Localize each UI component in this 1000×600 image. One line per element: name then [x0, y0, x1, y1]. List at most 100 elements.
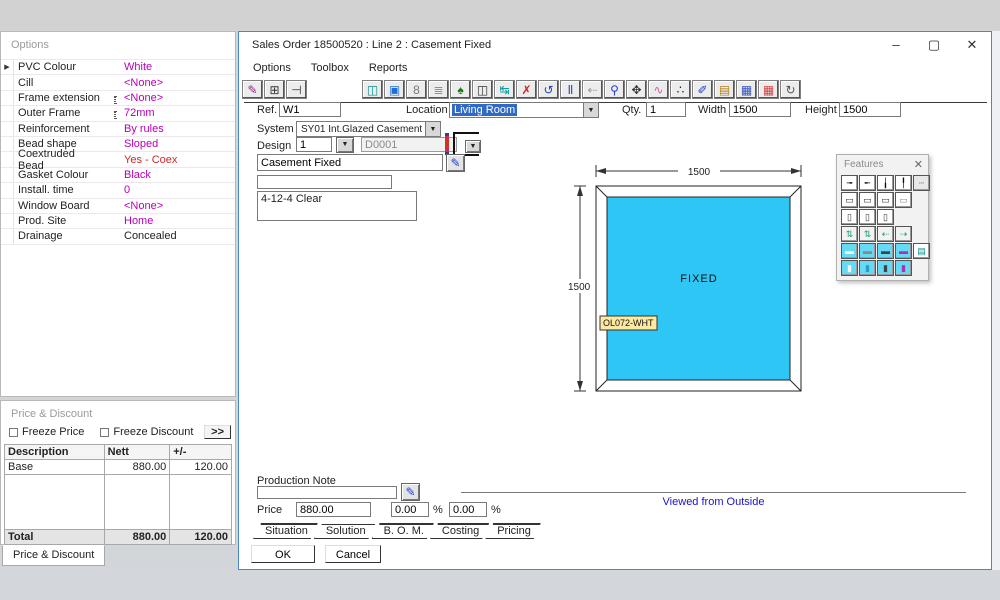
- price-row[interactable]: Base 880.00 120.00: [5, 460, 232, 475]
- tab[interactable]: Situation: [253, 523, 320, 539]
- toolbar-button[interactable]: ↺: [538, 80, 559, 99]
- feature-button[interactable]: ╿: [895, 175, 912, 191]
- feature-button[interactable]: ▮: [895, 260, 912, 276]
- toolbar-button[interactable]: ▣: [384, 80, 405, 99]
- feature-button[interactable]: ▭: [895, 192, 912, 208]
- glass-pane[interactable]: [607, 197, 790, 380]
- feature-button[interactable]: ⇅: [841, 226, 858, 242]
- ok-button[interactable]: OK: [251, 545, 315, 563]
- toolbar-button[interactable]: Ⅱ: [560, 80, 581, 99]
- title-bar[interactable]: Sales Order 18500520 : Line 2 : Casement…: [239, 32, 991, 58]
- toolbar-button[interactable]: ∿: [648, 80, 669, 99]
- feature-button[interactable]: ⇠: [877, 226, 894, 242]
- toolbar-button[interactable]: 8: [406, 80, 427, 99]
- feature-button[interactable]: ▭: [841, 192, 858, 208]
- tab[interactable]: Solution: [314, 523, 378, 539]
- maximize-button[interactable]: ▢: [915, 33, 953, 57]
- toolbar-button[interactable]: ⇠: [582, 80, 603, 99]
- feature-button[interactable]: ▭: [877, 192, 894, 208]
- checkbox-icon[interactable]: [100, 428, 109, 437]
- feature-button[interactable]: ▮: [877, 260, 894, 276]
- toolbar-button[interactable]: ⊞: [264, 80, 285, 99]
- tab[interactable]: B. O. M.: [372, 523, 436, 539]
- toolbar-button[interactable]: ⚲: [604, 80, 625, 99]
- option-row[interactable]: Reinforcement By rules: [1, 122, 235, 137]
- feature-button[interactable]: ▯: [877, 209, 894, 225]
- toolbar-button[interactable]: ✗: [516, 80, 537, 99]
- menu-item[interactable]: Options: [245, 60, 299, 76]
- price-input[interactable]: [296, 502, 371, 517]
- width-input[interactable]: [729, 102, 791, 117]
- feature-button[interactable]: ▯: [841, 209, 858, 225]
- option-picker-button[interactable]: [114, 96, 116, 104]
- feature-button[interactable]: ⇢: [895, 226, 912, 242]
- location-combobox[interactable]: Living Room ▼: [449, 102, 599, 118]
- chevron-down-icon[interactable]: ▼: [583, 103, 598, 117]
- feature-button[interactable]: ⇅: [859, 226, 876, 242]
- menu-item[interactable]: Reports: [361, 60, 416, 76]
- feature-button[interactable]: ▤: [913, 243, 930, 259]
- price-discount-tab[interactable]: Price & Discount: [2, 545, 105, 566]
- cancel-button[interactable]: Cancel: [325, 545, 381, 563]
- toolbar-button[interactable]: ✎: [242, 80, 263, 99]
- design-input[interactable]: [296, 137, 332, 152]
- feature-button[interactable]: ╼: [841, 175, 858, 191]
- toolbar-button[interactable]: ↹: [494, 80, 515, 99]
- option-row[interactable]: Window Board <None>: [1, 199, 235, 214]
- system-combobox[interactable]: SY01 Int.Glazed Casement ▼: [296, 121, 441, 137]
- toolbar-button[interactable]: ▦: [758, 80, 779, 99]
- option-row[interactable]: Gasket Colour Black: [1, 168, 235, 183]
- feature-button[interactable]: ╾: [859, 175, 876, 191]
- production-note-input[interactable]: [257, 486, 397, 499]
- toolbar-button[interactable]: ◫: [472, 80, 493, 99]
- freeze-discount-checkbox[interactable]: Freeze Discount: [100, 426, 193, 438]
- option-row[interactable]: Outer Frame 72mm: [1, 106, 235, 121]
- feature-button[interactable]: ▬: [877, 243, 894, 259]
- feature-button[interactable]: ▬: [841, 243, 858, 259]
- feature-button[interactable]: ▬: [859, 243, 876, 259]
- note-input[interactable]: [257, 175, 392, 189]
- toolbar-button[interactable]: ≣: [428, 80, 449, 99]
- toolbar-button[interactable]: ◫: [362, 80, 383, 99]
- freeze-price-checkbox[interactable]: Freeze Price: [9, 426, 84, 438]
- toolbar-button[interactable]: ↻: [780, 80, 801, 99]
- glazing-listbox[interactable]: 4-12-4 Clear: [257, 191, 417, 221]
- minimize-button[interactable]: –: [877, 33, 915, 57]
- toolbar-button[interactable]: ♠: [450, 80, 471, 99]
- style-input[interactable]: [257, 154, 443, 171]
- option-picker-button[interactable]: [114, 111, 116, 119]
- feature-button[interactable]: ▮: [841, 260, 858, 276]
- profile-dropdown-button[interactable]: ▼: [465, 140, 481, 153]
- tab[interactable]: Pricing: [485, 523, 543, 539]
- expand-price-button[interactable]: >>: [204, 425, 231, 439]
- feature-button[interactable]: ┅: [913, 175, 930, 191]
- discount1-input[interactable]: [391, 502, 429, 517]
- glazing-item[interactable]: 4-12-4 Clear: [261, 193, 322, 205]
- toolbar-button[interactable]: ✥: [626, 80, 647, 99]
- chevron-down-icon[interactable]: ▼: [425, 122, 440, 136]
- ref-input[interactable]: [279, 102, 341, 117]
- option-row[interactable]: Cill <None>: [1, 75, 235, 90]
- toolbar-button[interactable]: ▤: [714, 80, 735, 99]
- feature-button[interactable]: ▮: [859, 260, 876, 276]
- toolbar-button[interactable]: ▦: [736, 80, 757, 99]
- checkbox-icon[interactable]: [9, 428, 18, 437]
- feature-button[interactable]: ▭: [859, 192, 876, 208]
- close-button[interactable]: ✕: [953, 33, 991, 57]
- option-row[interactable]: Prod. Site Home: [1, 214, 235, 229]
- edit-style-button[interactable]: ✎: [446, 154, 465, 172]
- option-row[interactable]: ▶ PVC Colour White: [1, 60, 235, 75]
- height-input[interactable]: [839, 102, 901, 117]
- tab[interactable]: Costing: [430, 523, 491, 539]
- qty-input[interactable]: [646, 102, 686, 117]
- feature-button[interactable]: ╽: [877, 175, 894, 191]
- edit-note-button[interactable]: ✎: [401, 483, 420, 501]
- option-row[interactable]: Frame extension <None>: [1, 91, 235, 106]
- feature-button[interactable]: ▯: [859, 209, 876, 225]
- feature-button[interactable]: ▬: [895, 243, 912, 259]
- toolbar-button[interactable]: ⊣: [286, 80, 307, 99]
- option-row[interactable]: Install. time 0: [1, 183, 235, 198]
- close-icon[interactable]: ✕: [914, 158, 923, 171]
- menu-item[interactable]: Toolbox: [303, 60, 357, 76]
- design-dropdown-button[interactable]: ▼: [336, 137, 354, 153]
